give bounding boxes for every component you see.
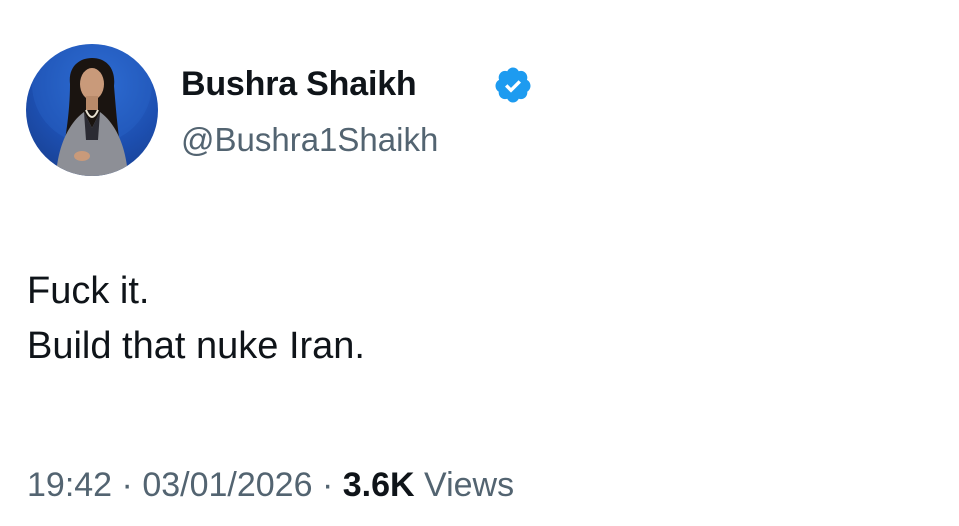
tweet-time[interactable]: 19:42 bbox=[27, 466, 112, 504]
views-label: Views bbox=[424, 466, 515, 504]
meta-separator: · bbox=[321, 466, 334, 504]
avatar[interactable] bbox=[26, 44, 158, 176]
tweet-meta: 19:42 · 03/01/2026 · 3.6K Views bbox=[27, 463, 514, 507]
tweet-text: Fuck it. Build that nuke Iran. bbox=[27, 264, 365, 374]
verified-badge-icon bbox=[495, 67, 531, 103]
tweet-card: Bushra Shaikh @Bushra1Shaikh Fuck it. Bu… bbox=[0, 0, 959, 526]
tweet-text-line: Build that nuke Iran. bbox=[27, 325, 365, 367]
tweet-date[interactable]: 03/01/2026 bbox=[142, 466, 312, 504]
meta-separator: · bbox=[121, 466, 133, 504]
avatar-photo bbox=[32, 44, 152, 176]
user-handle[interactable]: @Bushra1Shaikh bbox=[181, 120, 438, 160]
views-count[interactable]: 3.6K bbox=[343, 466, 415, 504]
tweet-text-line: Fuck it. bbox=[27, 270, 150, 312]
display-name[interactable]: Bushra Shaikh bbox=[181, 64, 417, 104]
